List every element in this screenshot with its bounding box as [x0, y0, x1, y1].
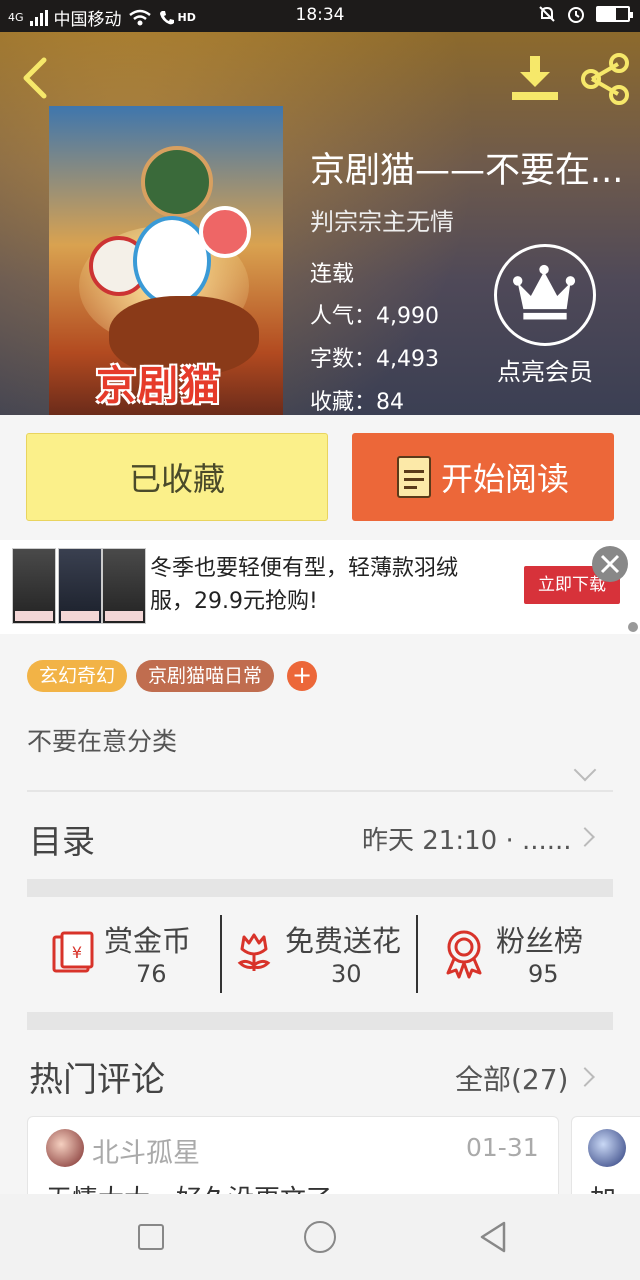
divider: [27, 790, 613, 792]
stat-value: 30: [331, 960, 362, 988]
stat-label: 免费送花: [285, 924, 402, 958]
status-bar: 4G 中国移动 HD 18:34: [0, 0, 640, 32]
stat-fan-ranking[interactable]: 粉丝榜 95: [440, 915, 615, 995]
chevron-right-icon[interactable]: [575, 827, 595, 847]
all-comments-link[interactable]: 全部(27): [455, 1058, 568, 1098]
stat-reward-coins[interactable]: ¥ 赏金币 76: [40, 915, 220, 995]
ad-banner[interactable]: 冬季也要轻便有型，轻薄款羽绒服，29.9元抢购! 立即下载: [0, 540, 640, 634]
comment-username[interactable]: 北斗孤星: [92, 1131, 200, 1170]
hot-comments-title: 热门评论: [29, 1060, 165, 1100]
red-envelope-icon: ¥: [52, 931, 94, 973]
cover-character: [141, 146, 213, 218]
ad-info-icon: [628, 622, 638, 632]
recent-apps-icon[interactable]: [138, 1224, 164, 1250]
stat-label: 赏金币: [104, 924, 192, 958]
battery-level: [598, 8, 616, 20]
home-icon[interactable]: [304, 1221, 336, 1253]
avatar[interactable]: [588, 1129, 626, 1167]
vip-label: 点亮会员: [497, 358, 593, 386]
stat-label: 粉丝榜: [496, 924, 584, 958]
cover-character: [199, 206, 251, 258]
system-nav-bar: [0, 1194, 640, 1280]
svg-text:¥: ¥: [72, 943, 82, 962]
tag-genre[interactable]: 玄幻奇幻: [27, 660, 128, 692]
download-icon[interactable]: [510, 54, 560, 104]
section-separator: [27, 1012, 613, 1030]
section-separator: [27, 879, 613, 897]
ad-close-button[interactable]: [592, 546, 628, 582]
book-header: 京剧猫 京剧猫——不要在... 判宗宗主无情 连载 人气：4,990 字数：4,…: [0, 32, 640, 415]
stat-value: 95: [528, 960, 559, 988]
mute-bell-icon: [539, 6, 555, 22]
chevron-right-icon[interactable]: [575, 1067, 595, 1087]
book-description: 不要在意分类: [27, 727, 178, 756]
book-popularity: 人气：4,990: [310, 304, 439, 329]
chevron-down-icon[interactable]: [573, 758, 597, 782]
book-cover[interactable]: 京剧猫: [49, 106, 283, 415]
status-right: [538, 4, 633, 24]
back-triangle-icon[interactable]: [478, 1220, 508, 1254]
close-icon: [600, 554, 620, 574]
flower-icon: [237, 933, 271, 971]
medal-icon: [446, 930, 482, 979]
avatar[interactable]: [46, 1129, 84, 1167]
stat-value: 76: [136, 960, 167, 988]
book-favorites: 收藏：84: [310, 390, 404, 415]
start-reading-label: 开始阅读: [440, 460, 569, 498]
ad-thumbnail: [102, 548, 146, 624]
battery-icon: [596, 6, 633, 22]
divider: [416, 915, 418, 993]
toc-latest-update[interactable]: 昨天 21:10 · ......: [362, 820, 572, 857]
vip-button[interactable]: 点亮会员: [490, 244, 600, 387]
ad-thumbnail: [58, 548, 102, 624]
toc-title[interactable]: 目录: [29, 815, 95, 863]
divider: [220, 915, 222, 993]
book-status: 连载: [310, 262, 355, 287]
collected-button[interactable]: 已收藏: [26, 433, 328, 521]
start-reading-button[interactable]: 开始阅读: [352, 433, 614, 521]
share-icon[interactable]: [578, 52, 632, 106]
book-author[interactable]: 判宗宗主无情: [310, 202, 454, 237]
back-icon[interactable]: [18, 56, 52, 100]
crown-icon: [494, 244, 596, 346]
book-icon: [396, 456, 431, 498]
collected-label: 已收藏: [128, 460, 225, 498]
cover-logo: 京剧猫: [96, 362, 222, 409]
add-tag-button[interactable]: +: [287, 661, 317, 691]
book-word-count: 字数：4,493: [310, 347, 439, 372]
stat-free-flowers[interactable]: 免费送花 30: [230, 915, 415, 995]
book-title: 京剧猫——不要在...: [310, 151, 624, 191]
alarm-icon: [568, 7, 584, 23]
ad-text: 冬季也要轻便有型，轻薄款羽绒服，29.9元抢购!: [150, 556, 459, 614]
comment-date: 01-31: [466, 1133, 539, 1162]
tag-topic[interactable]: 京剧猫喵日常: [136, 660, 275, 692]
ad-thumbnail: [12, 548, 56, 624]
